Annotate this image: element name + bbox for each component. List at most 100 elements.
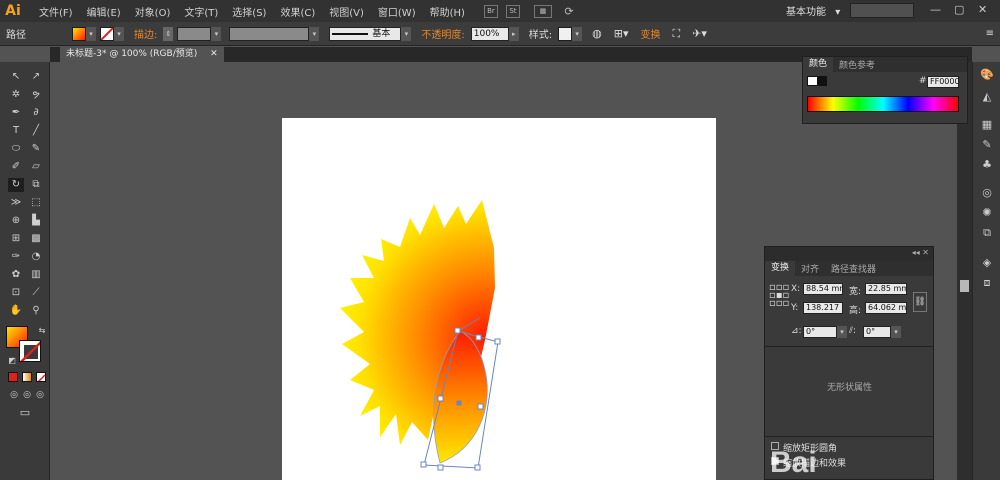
chevron-down-icon[interactable]: ▾ <box>401 26 412 41</box>
curvature-tool-icon[interactable]: ∂ <box>28 106 44 120</box>
width-tool-icon[interactable]: ≫ <box>8 196 24 210</box>
rotate-input[interactable]: 0° <box>803 326 837 338</box>
default-colors-icon[interactable]: ◩ <box>4 354 20 368</box>
menu-object[interactable]: 对象(O) <box>128 4 178 19</box>
tab-align[interactable]: 对齐 <box>795 262 825 275</box>
eraser-tool-icon[interactable]: ▱ <box>28 160 44 174</box>
free-transform-icon[interactable]: ⬚ <box>28 196 44 210</box>
hand-tool-icon[interactable]: ✋ <box>8 304 24 318</box>
direct-selection-tool-icon[interactable]: ↗ <box>28 70 44 84</box>
chevron-down-icon[interactable]: ▾ <box>114 26 124 41</box>
chevron-right-icon[interactable]: ▸ <box>508 26 519 41</box>
stroke-none-swatch[interactable] <box>100 26 114 41</box>
symbols-icon[interactable]: ♣ <box>979 158 995 172</box>
line-tool-icon[interactable]: ╱ <box>28 124 44 138</box>
menu-edit[interactable]: 编辑(E) <box>80 4 128 19</box>
artboard-tool-icon[interactable]: ⊡ <box>8 286 24 300</box>
swap-fill-stroke-icon[interactable]: ⇆ <box>34 324 50 338</box>
minimize-button[interactable]: — <box>930 3 941 16</box>
chevron-down-icon[interactable]: ▾ <box>309 26 320 41</box>
arrange-documents-icon[interactable]: ▦ <box>533 4 552 18</box>
collapse-icon[interactable]: ◂◂ ✕ <box>912 248 929 257</box>
pencil-tool-icon[interactable]: ✐ <box>8 160 24 174</box>
tab-transform[interactable]: 变换 <box>765 261 796 276</box>
close-button[interactable]: ✕ <box>978 3 987 16</box>
gradient-mode-icon[interactable] <box>22 372 32 382</box>
ellipse-tool-icon[interactable]: ⬭ <box>8 142 24 156</box>
help-search-input[interactable] <box>850 3 914 18</box>
symbol-sprayer-icon[interactable]: ✿ <box>8 268 24 282</box>
selection-tool-icon[interactable]: ↖ <box>8 70 24 84</box>
hex-color-input[interactable]: FF0000 <box>927 76 959 88</box>
stroke-label[interactable]: 描边: <box>128 26 163 41</box>
links-icon[interactable]: ⧉ <box>979 226 995 240</box>
variable-width-profile[interactable] <box>229 26 310 41</box>
bridge-icon[interactable]: Br <box>483 4 498 18</box>
pin-icon[interactable]: ✈▾ <box>686 27 713 40</box>
eyedropper-icon[interactable]: ✑ <box>8 250 24 264</box>
chevron-down-icon[interactable]: ▾ <box>86 26 96 41</box>
type-tool-icon[interactable]: T <box>8 124 24 138</box>
pen-tool-icon[interactable]: ✒ <box>8 106 24 120</box>
appearance-icon[interactable]: ◎ <box>979 186 995 200</box>
artboards-icon[interactable]: ⧈ <box>979 276 995 290</box>
y-input[interactable]: 138.217 mm <box>803 302 843 314</box>
chevron-down-icon[interactable]: ▾ <box>211 26 222 41</box>
none-mode-icon[interactable] <box>36 372 46 382</box>
panel-menu-icon[interactable]: ≡ <box>980 28 1000 39</box>
color-guide-icon[interactable]: ◭ <box>979 90 995 104</box>
blend-tool-icon[interactable]: ◔ <box>28 250 44 264</box>
menu-help[interactable]: 帮助(H) <box>423 4 472 19</box>
color-spectrum-bar[interactable] <box>807 96 959 112</box>
layers-icon[interactable]: ◈ <box>979 256 995 270</box>
constrain-proportions-icon[interactable]: ⛓ <box>913 292 927 312</box>
restore-button[interactable]: ▢ <box>954 3 964 16</box>
artboard[interactable] <box>282 118 716 480</box>
swatches-icon[interactable]: ▦ <box>979 118 995 132</box>
menu-file[interactable]: 文件(F) <box>32 4 80 19</box>
mesh-tool-icon[interactable]: ⊞ <box>8 232 24 246</box>
chevron-down-icon[interactable]: ▾ <box>837 326 847 338</box>
opacity-label[interactable]: 不透明度: <box>415 26 470 41</box>
slice-tool-icon[interactable]: ⟋ <box>28 286 44 300</box>
menu-window[interactable]: 窗口(W) <box>371 4 423 19</box>
scroll-thumb[interactable] <box>960 280 969 292</box>
sunflower-artwork[interactable] <box>282 118 716 480</box>
fill-swatch[interactable] <box>72 26 86 41</box>
brush-tool-icon[interactable]: ✎ <box>28 142 44 156</box>
width-input[interactable]: 22.85 mm <box>865 283 907 295</box>
shape-builder-icon[interactable]: ⊕ <box>8 214 24 228</box>
stroke-color-swatch[interactable] <box>19 340 41 362</box>
draw-inside-icon[interactable]: ◎ <box>32 388 48 402</box>
menu-type[interactable]: 文字(T) <box>177 4 225 19</box>
height-input[interactable]: 64.062 mm <box>865 302 907 314</box>
menu-view[interactable]: 视图(V) <box>322 4 371 19</box>
stroke-weight-input[interactable] <box>177 26 212 41</box>
stock-icon[interactable]: St <box>505 4 520 18</box>
graph-tool-icon[interactable]: ▥ <box>28 268 44 282</box>
brushes-icon[interactable]: ✎ <box>979 138 995 152</box>
align-icon[interactable]: ⊞▾ <box>608 27 635 40</box>
workspace-switcher[interactable]: 基本功能 ▾ <box>786 3 840 18</box>
screen-mode-icon[interactable]: ▭ <box>17 406 33 420</box>
x-input[interactable]: 88.54 mm <box>803 283 843 295</box>
document-tab[interactable]: 未标题-3* @ 100% (RGB/预览) ✕ <box>60 47 224 62</box>
color-panel-icon[interactable]: 🎨 <box>979 68 995 82</box>
perspective-grid-icon[interactable]: ▙ <box>28 214 44 228</box>
close-icon[interactable]: ✕ <box>210 49 218 59</box>
tab-color[interactable]: 颜色 <box>803 57 834 72</box>
lasso-icon[interactable]: ຯ <box>28 88 44 102</box>
isolate-icon[interactable]: ⛶ <box>666 27 686 41</box>
tab-pathfinder[interactable]: 路径查找器 <box>825 262 882 275</box>
menu-select[interactable]: 选择(S) <box>225 4 273 19</box>
tab-color-guide[interactable]: 颜色参考 <box>833 58 881 71</box>
reference-point-icon[interactable]: ▫▫▫ ▫▪▫ ▫▫▫ <box>769 283 789 309</box>
gpu-performance-icon[interactable]: ⟳ <box>562 5 576 18</box>
color-mode-icon[interactable] <box>8 372 18 382</box>
opacity-input[interactable]: 100% <box>470 26 509 41</box>
scale-tool-icon[interactable]: ⧉ <box>28 178 44 192</box>
chevron-down-icon[interactable]: ▾ <box>891 326 901 338</box>
chevron-down-icon[interactable]: ▾ <box>572 26 583 41</box>
gradient-tool-icon[interactable]: ▩ <box>28 232 44 246</box>
fill-stroke-mini-icon[interactable] <box>807 76 827 86</box>
